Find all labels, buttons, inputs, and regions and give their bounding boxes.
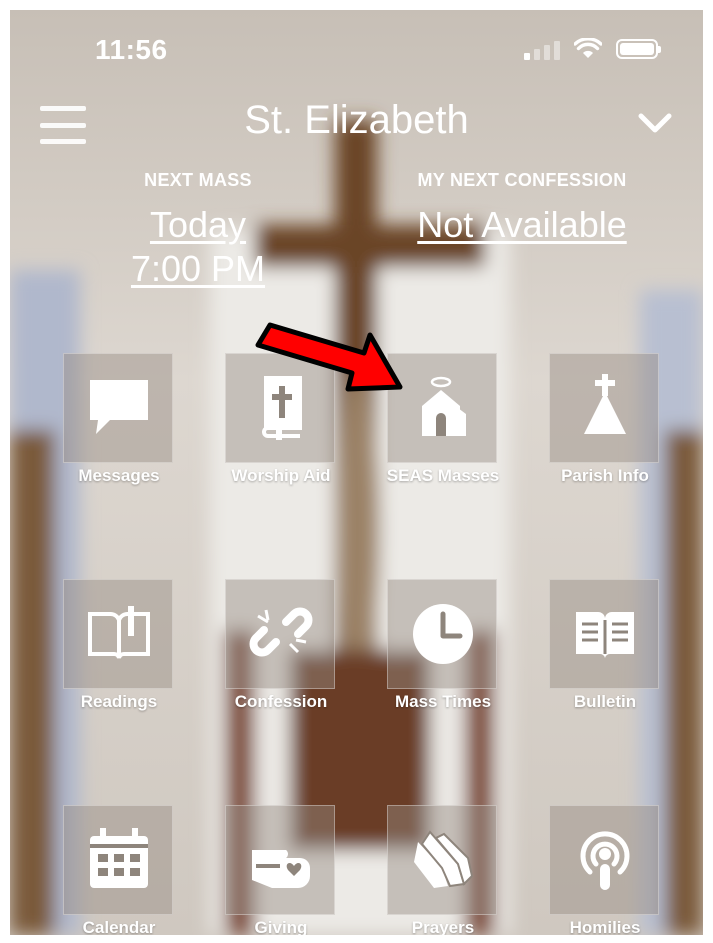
parish-icon — [584, 374, 626, 434]
next-mass-day: Today — [149, 204, 247, 245]
tile-label: Readings — [80, 692, 158, 711]
giving-hand-icon — [252, 850, 310, 888]
broken-chain-icon — [249, 607, 313, 657]
bible-icon — [262, 376, 302, 440]
app-screen: 11:56 St. Elizabeth NEXT MASS Today 7:00… — [10, 10, 703, 935]
tile-parish-info[interactable]: Parish Info — [549, 353, 659, 485]
tile-worship-aid[interactable]: Worship Aid — [225, 353, 335, 485]
tile-messages[interactable]: Messages — [63, 353, 173, 485]
next-mass-link[interactable]: Today 7:00 PM — [58, 203, 338, 291]
tile-label: SEAS Masses — [386, 466, 500, 485]
wifi-icon — [574, 38, 602, 58]
tile-label: Bulletin — [573, 692, 637, 711]
status-bar: 11:56 — [10, 10, 703, 90]
readings-book-icon — [88, 606, 150, 659]
next-confession-link[interactable]: Not Available — [382, 203, 662, 247]
next-confession: MY NEXT CONFESSION Not Available — [382, 170, 662, 247]
calendar-icon — [90, 828, 148, 888]
tile-bulletin[interactable]: Bulletin — [549, 579, 659, 711]
tile-label: Giving — [254, 918, 308, 935]
tile-giving[interactable]: Giving — [225, 805, 335, 935]
tile-label: Confession — [234, 692, 328, 711]
next-mass-time: 7:00 PM — [130, 248, 266, 289]
praying-hands-icon — [414, 830, 474, 888]
tile-label: Mass Times — [394, 692, 492, 711]
mass-info-section: NEXT MASS Today 7:00 PM MY NEXT CONFESSI… — [10, 170, 703, 310]
bulletin-icon — [576, 611, 634, 658]
message-icon — [90, 380, 148, 434]
tile-seas-masses[interactable]: SEAS Masses — [387, 353, 499, 485]
battery-icon — [616, 39, 661, 59]
clock-icon — [413, 604, 473, 664]
tile-label: Messages — [78, 466, 160, 485]
tile-homilies[interactable]: Homilies — [549, 805, 659, 935]
next-mass: NEXT MASS Today 7:00 PM — [58, 170, 338, 291]
tile-label: Calendar — [82, 918, 156, 935]
next-mass-label: NEXT MASS — [144, 170, 252, 190]
tile-confession[interactable]: Confession — [225, 579, 335, 711]
status-time: 11:56 — [95, 34, 168, 65]
tile-calendar[interactable]: Calendar — [63, 805, 173, 935]
tile-readings[interactable]: Readings — [63, 579, 173, 711]
tile-mass-times[interactable]: Mass Times — [387, 579, 497, 711]
tile-label: Worship Aid — [231, 466, 331, 485]
church-icon — [422, 376, 466, 436]
tile-label: Homilies — [569, 918, 641, 935]
next-confession-label: MY NEXT CONFESSION — [417, 170, 627, 190]
podcast-icon — [580, 831, 630, 890]
tile-prayers[interactable]: Prayers — [387, 805, 497, 935]
tile-label: Prayers — [411, 918, 475, 935]
chevron-down-icon[interactable] — [637, 108, 673, 138]
app-header: St. Elizabeth — [10, 90, 703, 160]
cellular-signal-icon — [524, 38, 560, 60]
status-icons — [524, 38, 661, 60]
tile-label: Parish Info — [561, 466, 649, 485]
parish-title: St. Elizabeth — [244, 98, 469, 142]
